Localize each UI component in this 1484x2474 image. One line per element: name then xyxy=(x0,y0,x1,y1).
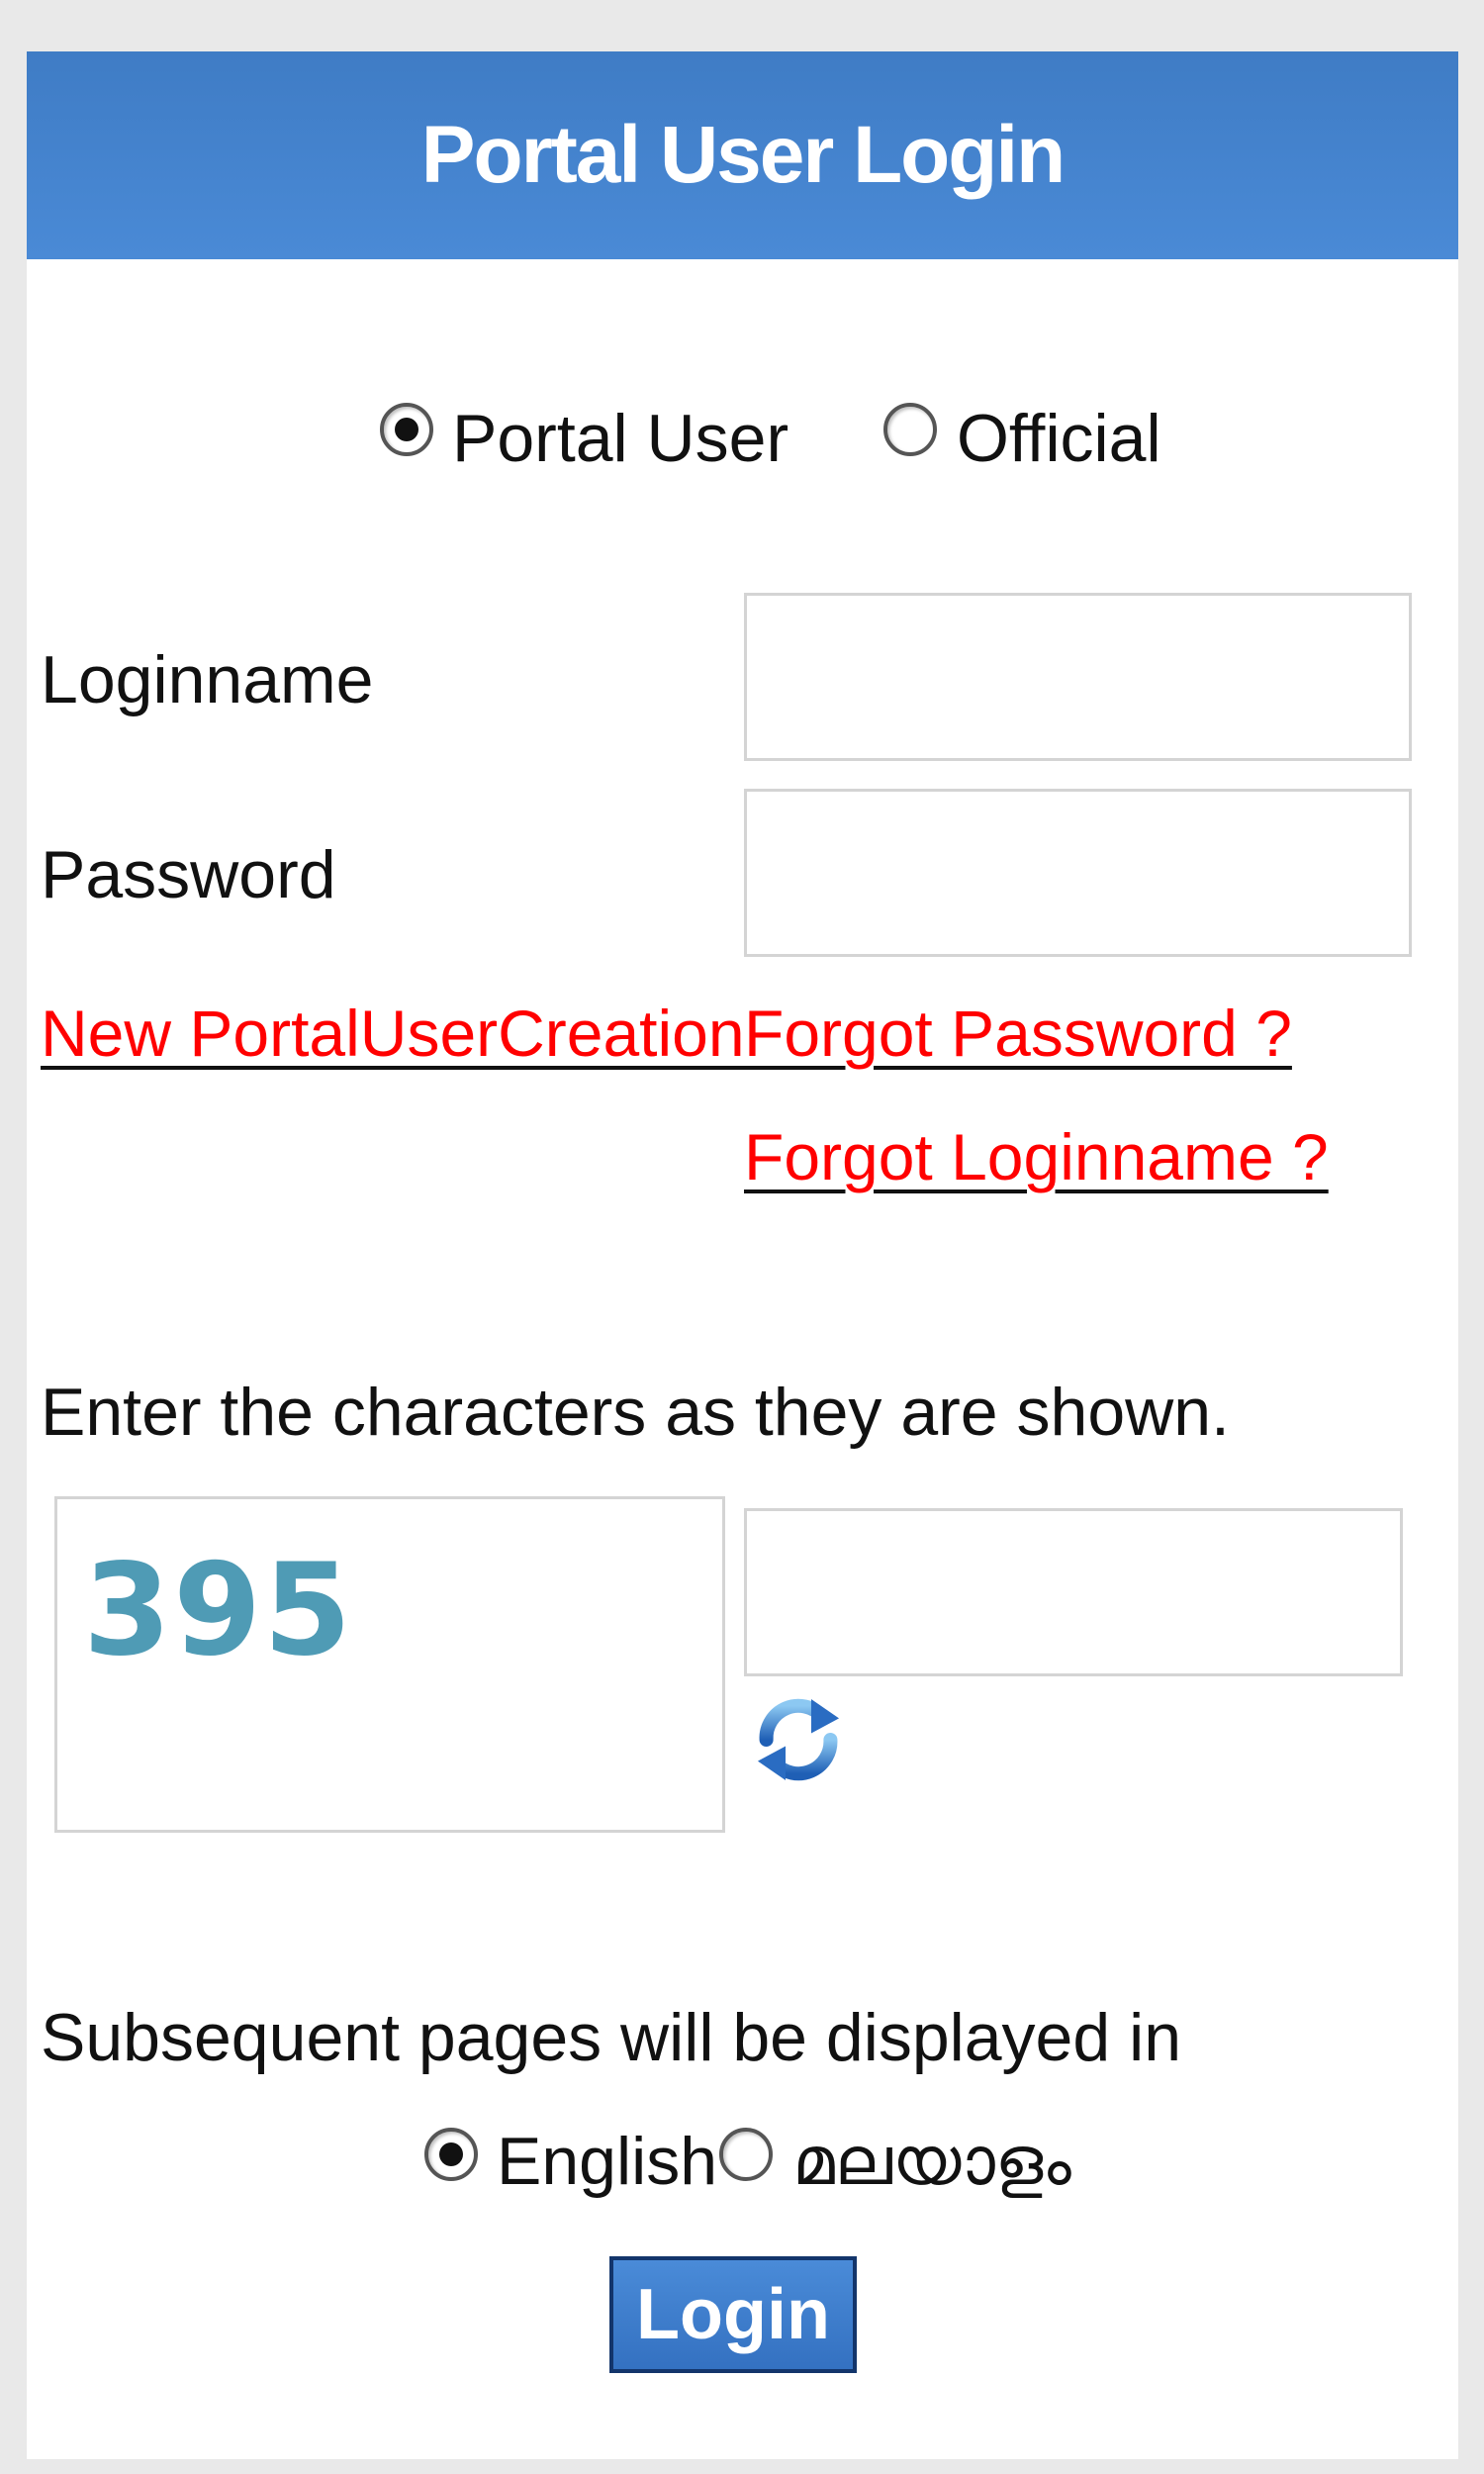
radio-portal-user-label[interactable]: Portal User xyxy=(452,400,788,477)
radio-malayalam-label[interactable]: മലയാളം xyxy=(792,2123,1071,2202)
loginname-input[interactable] xyxy=(744,593,1412,761)
captcha-input[interactable] xyxy=(744,1508,1403,1676)
new-portal-user-link[interactable]: New PortalUserCreation xyxy=(41,996,745,1071)
forgot-loginname-link[interactable]: Forgot Loginname ? xyxy=(744,1119,1329,1194)
radio-official[interactable] xyxy=(883,403,937,456)
radio-malayalam[interactable] xyxy=(719,2128,773,2181)
page-title: Portal User Login xyxy=(420,110,1066,200)
radio-portal-user[interactable] xyxy=(380,403,433,456)
radio-english-label[interactable]: English xyxy=(497,2123,717,2200)
login-panel: Portal User Login Portal User Official L… xyxy=(27,51,1458,2459)
refresh-icon[interactable] xyxy=(745,1686,852,1793)
loginname-label: Loginname xyxy=(41,642,374,717)
password-input[interactable] xyxy=(744,789,1412,957)
radio-english[interactable] xyxy=(424,2128,478,2181)
language-prompt: Subsequent pages will be displayed in xyxy=(41,2000,1182,2075)
captcha-instruction: Enter the characters as they are shown. xyxy=(41,1375,1230,1450)
radio-official-label[interactable]: Official xyxy=(957,400,1161,477)
password-label: Password xyxy=(41,837,336,912)
panel-header: Portal User Login xyxy=(27,51,1458,259)
forgot-password-link[interactable]: Forgot Password ? xyxy=(744,996,1292,1071)
captcha-text: 395 xyxy=(83,1537,354,1684)
login-button[interactable]: Login xyxy=(609,2256,857,2373)
captcha-image: 395 xyxy=(54,1496,725,1833)
